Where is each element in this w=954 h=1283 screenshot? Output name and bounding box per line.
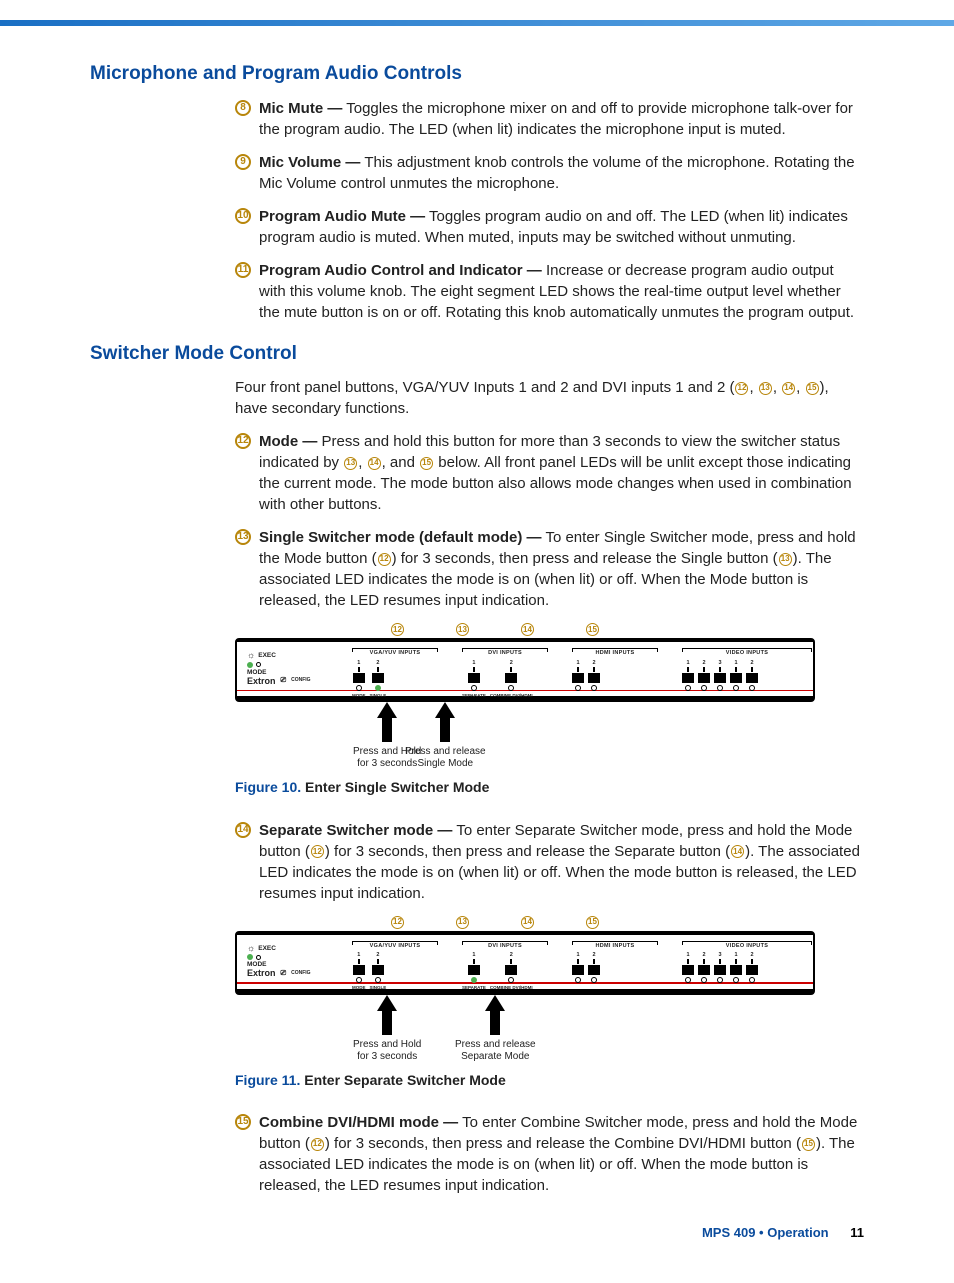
heading-switcher-mode: Switcher Mode Control [90,341,864,368]
brand-block: Extron ⎚ CONFIG [247,675,311,688]
figure-11-diagram: 12 13 14 15 ☼EXEC MODE Extron ⎚ CONFIG V… [235,916,815,1057]
intro-pre: Four front panel buttons, VGA/YUV Inputs… [235,379,734,396]
badge-10: 10 [235,208,251,224]
co2-13: 13 [456,916,469,929]
grp-hdmi-label: HDMI INPUTS [572,648,658,658]
front-panel: ☼EXEC MODE Extron ⎚ CONFIG VGA/YUV INPUT… [235,638,815,702]
arrow-hold-2: Press and Holdfor 3 seconds [353,995,421,1063]
anchor-icon-2: ⎚ [281,969,287,979]
co2-15: 15 [586,916,599,929]
intro-paragraph: Four front panel buttons, VGA/YUV Inputs… [235,377,864,419]
ref-15: 15 [806,382,819,395]
item-11: 11 Program Audio Control and Indicator —… [235,260,864,323]
grp-vga-label: VGA/YUV INPUTS [352,648,438,658]
term-prog-mute: Program Audio Mute — [259,208,425,225]
anchor-icon: ⎚ [281,676,287,686]
figure-10-caption: Figure 10. Enter Single Switcher Mode [235,778,864,798]
badge-9: 9 [235,154,251,170]
ref-13: 13 [759,382,772,395]
co-12: 12 [391,623,404,636]
ref-14c: 14 [731,845,744,858]
exec-block: ☼EXEC MODE [247,649,276,677]
ref-13c: 13 [779,553,792,566]
ref-12: 12 [735,382,748,395]
brand-text: Extron [247,675,276,688]
ref-14: 14 [782,382,795,395]
exec-block-2: ☼EXEC MODE [247,942,276,970]
exec-label: EXEC [258,651,276,660]
badge-13: 13 [235,529,251,545]
body-comb-b: ) for 3 seconds, then press and release … [325,1135,801,1152]
ref-14b: 14 [368,457,381,470]
co-13: 13 [456,623,469,636]
item-14: 14 Separate Switcher mode — To enter Sep… [235,820,864,904]
figure-11-caption: Figure 11. Enter Separate Switcher Mode [235,1071,864,1091]
item-9: 9 Mic Volume — This adjustment knob cont… [235,152,864,194]
brand-block-2: Extron ⎚ CONFIG [247,967,311,980]
body-sep-b: ) for 3 seconds, then press and release … [325,843,730,860]
badge-15: 15 [235,1114,251,1130]
term-single: Single Switcher mode (default mode) — [259,529,542,546]
term-mic-vol: Mic Volume — [259,154,360,171]
heading-mic-controls: Microphone and Program Audio Controls [90,61,864,88]
ref-12c: 12 [311,845,324,858]
grp-dvi-label: DVI INPUTS [462,648,548,658]
body-single-b: ) for 3 seconds, then press and release … [392,550,778,567]
term-mic-mute: Mic Mute — [259,100,342,117]
page-footer: MPS 409 • Operation 11 [90,1224,864,1242]
item-10: 10 Program Audio Mute — Toggles program … [235,206,864,248]
co-15: 15 [586,623,599,636]
ref-15b: 15 [420,457,433,470]
config-label: CONFIG [291,677,310,684]
item-15: 15 Combine DVI/HDMI mode — To enter Comb… [235,1112,864,1196]
brightness-icon: ☼ [247,649,255,662]
arrow-separate: Press and releaseSeparate Mode [455,995,536,1063]
badge-11: 11 [235,262,251,278]
input-groups: VGA/YUV INPUTS 1MODE 2SINGLE DVI INPUTS … [352,648,805,698]
brightness-icon-2: ☼ [247,942,255,955]
item-8: 8 Mic Mute — Toggles the microphone mixe… [235,98,864,140]
item-12: 12 Mode — Press and hold this button for… [235,431,864,515]
badge-14: 14 [235,822,251,838]
co-14: 14 [521,623,534,636]
ref-12d: 12 [311,1138,324,1151]
grp-video-label: VIDEO INPUTS [682,648,812,658]
term-separate: Separate Switcher mode — [259,822,452,839]
term-prog-ctrl: Program Audio Control and Indicator — [259,262,542,279]
body-mic-mute: Toggles the microphone mixer on and off … [259,100,853,138]
footer-page: 11 [850,1225,864,1240]
ref-15c: 15 [802,1138,815,1151]
footer-doc: MPS 409 • Operation [702,1225,829,1240]
badge-8: 8 [235,100,251,116]
badge-12: 12 [235,433,251,449]
exec-led-off [256,662,261,667]
co2-14: 14 [521,916,534,929]
co2-12: 12 [391,916,404,929]
front-panel-2: ☼EXEC MODE Extron ⎚ CONFIG VGA/YUV INPUT… [235,931,815,995]
term-combine: Combine DVI/HDMI mode — [259,1114,458,1131]
term-mode: Mode — [259,433,317,450]
ref-12b: 12 [378,553,391,566]
header-stripe [0,20,954,26]
arrow-single: Press and releaseSingle Mode [405,702,486,770]
figure-10-diagram: 12 13 14 15 ☼EXEC MODE Extron ⎚ CONFIG V… [235,623,815,764]
item-13: 13 Single Switcher mode (default mode) —… [235,527,864,611]
ref-13b: 13 [344,457,357,470]
